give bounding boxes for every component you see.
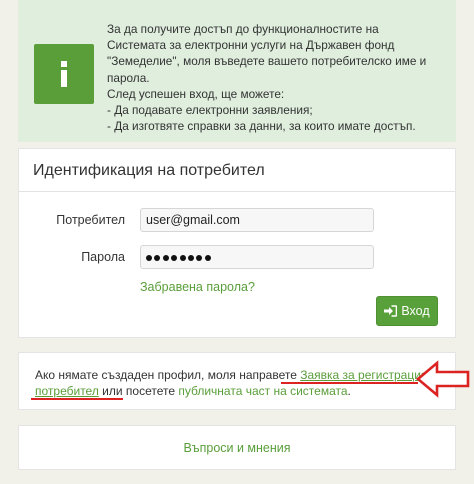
registration-line-1: Ако нямате създаден профил, моля направе…: [35, 368, 444, 382]
username-label: Потребител: [56, 213, 125, 227]
info-line: След успешен вход, ще можете:: [107, 86, 285, 101]
username-input[interactable]: user@gmail.com: [140, 208, 374, 232]
registration-text: Ако нямате създаден профил, моля направе…: [35, 368, 301, 382]
highlight-underline: [31, 398, 123, 400]
divider: [19, 191, 455, 192]
info-alert: За да получите достъп до функционалности…: [18, 0, 456, 142]
login-button[interactable]: Вход: [376, 296, 438, 326]
forgot-password-link[interactable]: Забравена парола?: [140, 280, 255, 294]
info-message: За да получите достъп до функционалности…: [107, 21, 452, 134]
highlight-underline: [281, 382, 418, 384]
password-dot: [154, 254, 161, 261]
password-dot: [204, 254, 211, 261]
sign-in-icon: [384, 305, 398, 317]
feedback-box: Въпроси и мнения: [18, 425, 456, 470]
login-panel: Идентификация на потребител Потребител u…: [18, 148, 456, 338]
registration-request-link-cont[interactable]: потребител: [35, 384, 99, 398]
panel-title: Идентификация на потребител: [33, 162, 265, 179]
info-line: "Земеделие", моля въведете вашето потреб…: [107, 54, 427, 69]
password-dot: [179, 254, 186, 261]
login-button-label: Вход: [401, 304, 430, 318]
password-dot: [187, 254, 194, 261]
registration-line-2: потребител или посетете публичната част …: [35, 384, 351, 398]
arrow-left-icon: [415, 360, 470, 398]
info-line: - Да изготвяте справки за данни, за коит…: [107, 119, 416, 134]
registration-text-middle: или посетете: [98, 384, 179, 398]
password-mask: [146, 250, 213, 264]
registration-box: Ако нямате създаден профил, моля направе…: [18, 352, 456, 410]
password-dot: [171, 254, 178, 261]
info-line: За да получите достъп до функционалности…: [107, 22, 379, 36]
password-dot: [196, 254, 203, 261]
password-label: Парола: [81, 250, 125, 264]
public-part-link[interactable]: публичната част на системата: [178, 384, 347, 398]
info-line: - Да подавате електронни заявления;: [107, 103, 313, 118]
password-dot: [146, 254, 152, 261]
password-input[interactable]: [140, 245, 374, 269]
feedback-link[interactable]: Въпроси и мнения: [183, 441, 290, 455]
password-dot: [162, 254, 169, 261]
info-line: Системата за електронни услуги на Държав…: [107, 38, 395, 53]
info-line: парола.: [107, 70, 150, 85]
info-icon: [34, 44, 94, 104]
registration-text-end: .: [347, 384, 351, 398]
